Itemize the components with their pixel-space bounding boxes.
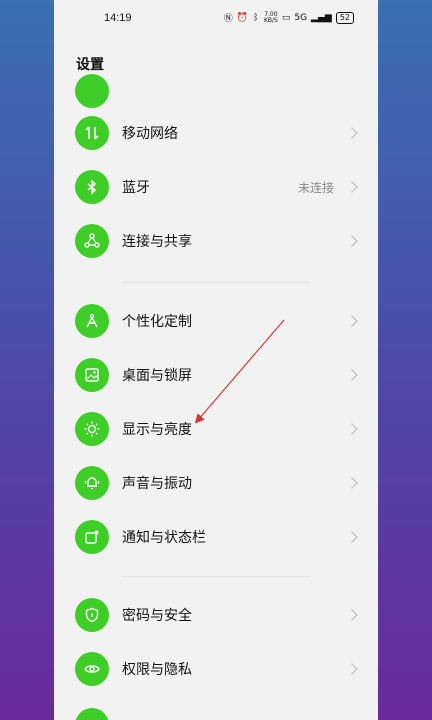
settings-item-label: 密码与安全 [122,608,192,624]
wallpaper-icon [75,358,109,392]
partial-item-icon [75,708,109,720]
settings-item-label: 声音与振动 [122,476,192,492]
settings-item-mobile-network[interactable]: 移动网络 [54,110,378,156]
chevron-right-icon [346,663,358,675]
partial-item-icon [75,74,109,108]
settings-item-wallpaper[interactable]: 桌面与锁屏 [54,352,378,398]
status-icons: Ⓝ ⏰ ᛒ 7.00 KB/S ▭ 5G ▂▄▆ 52 [224,11,354,24]
group-divider [122,282,310,283]
mobile-data-icon [75,116,109,150]
personalize-icon [75,304,109,338]
share-icon [75,224,109,258]
settings-item-bluetooth[interactable]: 蓝牙 未连接 [54,164,378,210]
nfc-icon: Ⓝ [223,14,233,24]
notification-icon [75,520,109,554]
settings-item-label: 桌面与锁屏 [122,368,192,384]
chevron-right-icon [346,235,358,247]
signal-icon: ▂▄▆ [311,12,332,23]
settings-screen: 14:19 Ⓝ ⏰ ᛒ 7.00 KB/S ▭ 5G ▂▄▆ 52 设置 移动网… [54,0,378,720]
settings-item-sound-vibration[interactable]: 声音与振动 [54,460,378,506]
brightness-icon [75,412,109,446]
bell-icon [75,466,109,500]
settings-item-label: 通知与状态栏 [122,530,206,546]
chevron-right-icon [346,609,358,621]
bluetooth-icon [75,170,109,204]
chevron-right-icon [346,315,358,327]
status-time: 14:19 [104,12,132,24]
bluetooth-status: 未连接 [297,180,334,195]
settings-item-label: 权限与隐私 [122,662,192,678]
bluetooth-status-icon: ᛒ [253,12,259,23]
settings-item-label: 移动网络 [122,126,178,142]
chevron-right-icon [346,531,358,543]
battery-icon: 52 [335,11,354,24]
privacy-icon [75,652,109,686]
status-bar: 14:19 Ⓝ ⏰ ᛒ 7.00 KB/S ▭ 5G ▂▄▆ 52 [54,0,378,40]
chevron-right-icon [346,127,358,139]
settings-item-password-security[interactable]: 密码与安全 [54,592,378,638]
settings-item-connection-sharing[interactable]: 连接与共享 [54,218,378,264]
settings-item-personalize[interactable]: 个性化定制 [54,298,378,344]
alarm-icon: ⏰ [236,12,248,23]
shield-icon [75,598,109,632]
settings-item-permission-privacy[interactable]: 权限与隐私 [54,646,378,692]
hd-icon: ▭ [281,12,291,23]
chevron-right-icon [346,477,358,489]
chevron-right-icon [346,181,358,193]
network-speed: 7.00 KB/S [263,10,278,24]
settings-item-notification-statusbar[interactable]: 通知与状态栏 [54,514,378,560]
settings-item-label: 显示与亮度 [122,422,192,438]
settings-item-label: 蓝牙 [122,180,150,196]
chevron-right-icon [346,369,358,381]
page-title: 设置 [76,57,104,73]
settings-item-label: 个性化定制 [122,314,192,330]
settings-item-label: 连接与共享 [122,234,192,250]
signal-label: 5G [294,12,308,23]
settings-item-display-brightness[interactable]: 显示与亮度 [54,406,378,452]
chevron-right-icon [346,423,358,435]
group-divider [122,576,310,577]
